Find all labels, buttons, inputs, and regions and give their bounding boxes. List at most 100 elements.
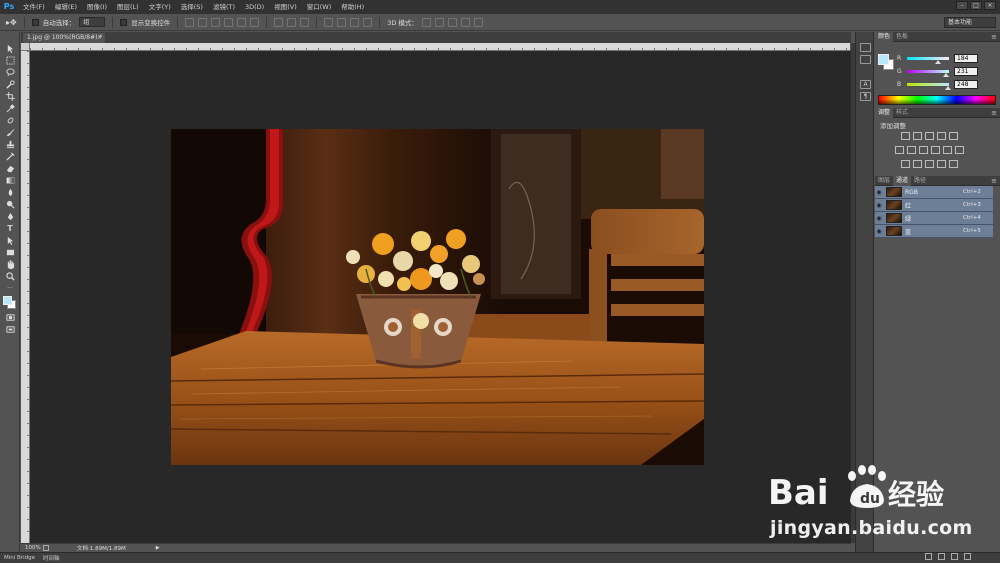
black-white-icon[interactable]: [919, 146, 928, 154]
blue-thumb[interactable]: [945, 85, 951, 90]
menu-item[interactable]: 文件(F): [18, 0, 50, 14]
tab-channels[interactable]: 通道: [893, 175, 912, 186]
status-menu-arrow-icon[interactable]: ▶: [156, 545, 160, 551]
dodge-tool-icon[interactable]: [3, 199, 17, 210]
green-thumb[interactable]: [943, 72, 949, 77]
document-tab[interactable]: 1.jpg @ 100%(RGB/8#) * ×: [23, 33, 105, 43]
path-selection-tool-icon[interactable]: [3, 235, 17, 246]
panel-menu-icon[interactable]: ≡: [991, 109, 997, 117]
hue-saturation-icon[interactable]: [895, 146, 904, 154]
marquee-tool-icon[interactable]: [3, 55, 17, 66]
properties-panel-icon[interactable]: [860, 55, 871, 64]
slide-3d-icon[interactable]: [460, 17, 470, 27]
channel-row[interactable]: ◉ 绿 Ctrl+4: [875, 212, 993, 225]
red-channel-slider[interactable]: R 184: [897, 52, 997, 64]
red-track[interactable]: [907, 56, 949, 64]
panel-foreground-swatch[interactable]: [878, 54, 889, 65]
menu-item[interactable]: 帮助(H): [336, 0, 369, 14]
menu-item[interactable]: 视图(V): [269, 0, 302, 14]
gradient-tool-icon[interactable]: [3, 175, 17, 186]
close-document-icon[interactable]: ×: [97, 33, 102, 43]
visibility-eye-icon[interactable]: ◉: [875, 228, 883, 235]
gradient-map-icon[interactable]: [937, 160, 946, 168]
align-hcenter-icon[interactable]: [237, 17, 247, 27]
tab-styles[interactable]: 样式: [893, 108, 911, 118]
blue-channel-slider[interactable]: B 248: [897, 78, 997, 90]
distribute-left-icon[interactable]: [324, 17, 334, 27]
vertical-ruler[interactable]: [21, 51, 30, 543]
eyedropper-tool-icon[interactable]: [3, 103, 17, 114]
invert-icon[interactable]: [901, 160, 910, 168]
red-channel-value[interactable]: 184: [954, 53, 978, 63]
foreground-color-swatch[interactable]: [3, 296, 12, 305]
history-panel-icon[interactable]: [860, 43, 871, 52]
curves-icon[interactable]: [925, 132, 934, 140]
blue-channel-value[interactable]: 248: [954, 79, 978, 89]
rotate-3d-icon[interactable]: [421, 17, 431, 27]
hand-tool-icon[interactable]: [3, 259, 17, 270]
channel-mixer-icon[interactable]: [943, 146, 952, 154]
tab-timeline[interactable]: 时间轴: [39, 554, 64, 562]
roll-3d-icon[interactable]: [434, 17, 444, 27]
distribute-bottom-icon[interactable]: [300, 17, 310, 27]
character-panel-icon[interactable]: A: [860, 80, 871, 89]
tab-swatches[interactable]: 色板: [893, 32, 911, 42]
auto-select-dropdown[interactable]: 组: [79, 17, 106, 27]
color-balance-icon[interactable]: [907, 146, 916, 154]
green-track[interactable]: [907, 69, 949, 77]
crop-tool-icon[interactable]: [3, 91, 17, 102]
rectangle-tool-icon[interactable]: [3, 247, 17, 258]
scale-3d-icon[interactable]: [473, 17, 483, 27]
move-tool-icon[interactable]: [3, 43, 17, 54]
document-image[interactable]: [171, 129, 704, 465]
menu-item[interactable]: 编辑(E): [50, 0, 82, 14]
screen-mode-icon[interactable]: [3, 324, 17, 335]
menu-item[interactable]: 3D(D): [240, 0, 269, 14]
zoom-level[interactable]: 100%: [21, 545, 43, 551]
visibility-eye-icon[interactable]: ◉: [875, 215, 883, 222]
delete-channel-icon[interactable]: [964, 553, 971, 560]
menu-item[interactable]: 文字(Y): [144, 0, 176, 14]
distribute-right-icon[interactable]: [350, 17, 360, 27]
menu-item[interactable]: 选择(S): [176, 0, 208, 14]
type-tool-icon[interactable]: T: [3, 223, 17, 234]
quick-mask-icon[interactable]: [3, 312, 17, 323]
workspace-dropdown[interactable]: 基本功能: [944, 17, 996, 28]
distribute-vcenter-icon[interactable]: [287, 17, 297, 27]
channel-row[interactable]: ◉ 红 Ctrl+3: [875, 199, 993, 212]
maximize-icon[interactable]: □: [970, 1, 982, 10]
threshold-icon[interactable]: [925, 160, 934, 168]
history-brush-tool-icon[interactable]: [3, 151, 17, 162]
tab-layers[interactable]: 图层: [875, 176, 893, 186]
panel-menu-icon[interactable]: ≡: [991, 33, 997, 41]
move-tool-icon[interactable]: ▸✥: [6, 18, 17, 27]
tab-paths[interactable]: 路径: [911, 176, 929, 186]
save-selection-icon[interactable]: [938, 553, 945, 560]
load-selection-icon[interactable]: [925, 553, 932, 560]
exposure-icon[interactable]: [937, 132, 946, 140]
lasso-tool-icon[interactable]: [3, 67, 17, 78]
align-left-icon[interactable]: [224, 17, 234, 27]
color-spectrum-bar[interactable]: [878, 95, 996, 105]
show-transform-checkbox[interactable]: [120, 18, 128, 26]
red-thumb[interactable]: [935, 59, 941, 64]
channel-row[interactable]: ◉ RGB Ctrl+2: [875, 186, 993, 199]
new-channel-icon[interactable]: [951, 553, 958, 560]
ruler-origin[interactable]: [21, 43, 30, 51]
horizontal-ruler[interactable]: [30, 43, 850, 51]
color-lookup-icon[interactable]: [955, 146, 964, 154]
align-top-icon[interactable]: [185, 17, 195, 27]
levels-icon[interactable]: [913, 132, 922, 140]
blur-tool-icon[interactable]: [3, 187, 17, 198]
blue-track[interactable]: [907, 82, 951, 90]
tab-color[interactable]: 颜色: [875, 31, 894, 42]
close-icon[interactable]: ×: [984, 1, 996, 10]
green-channel-slider[interactable]: G 231: [897, 65, 997, 77]
eraser-tool-icon[interactable]: [3, 163, 17, 174]
tab-adjustments[interactable]: 调整: [875, 107, 894, 118]
brush-tool-icon[interactable]: [3, 127, 17, 138]
visibility-eye-icon[interactable]: ◉: [875, 189, 883, 196]
auto-align-icon[interactable]: [363, 17, 373, 27]
distribute-top-icon[interactable]: [274, 17, 284, 27]
align-bottom-icon[interactable]: [211, 17, 221, 27]
